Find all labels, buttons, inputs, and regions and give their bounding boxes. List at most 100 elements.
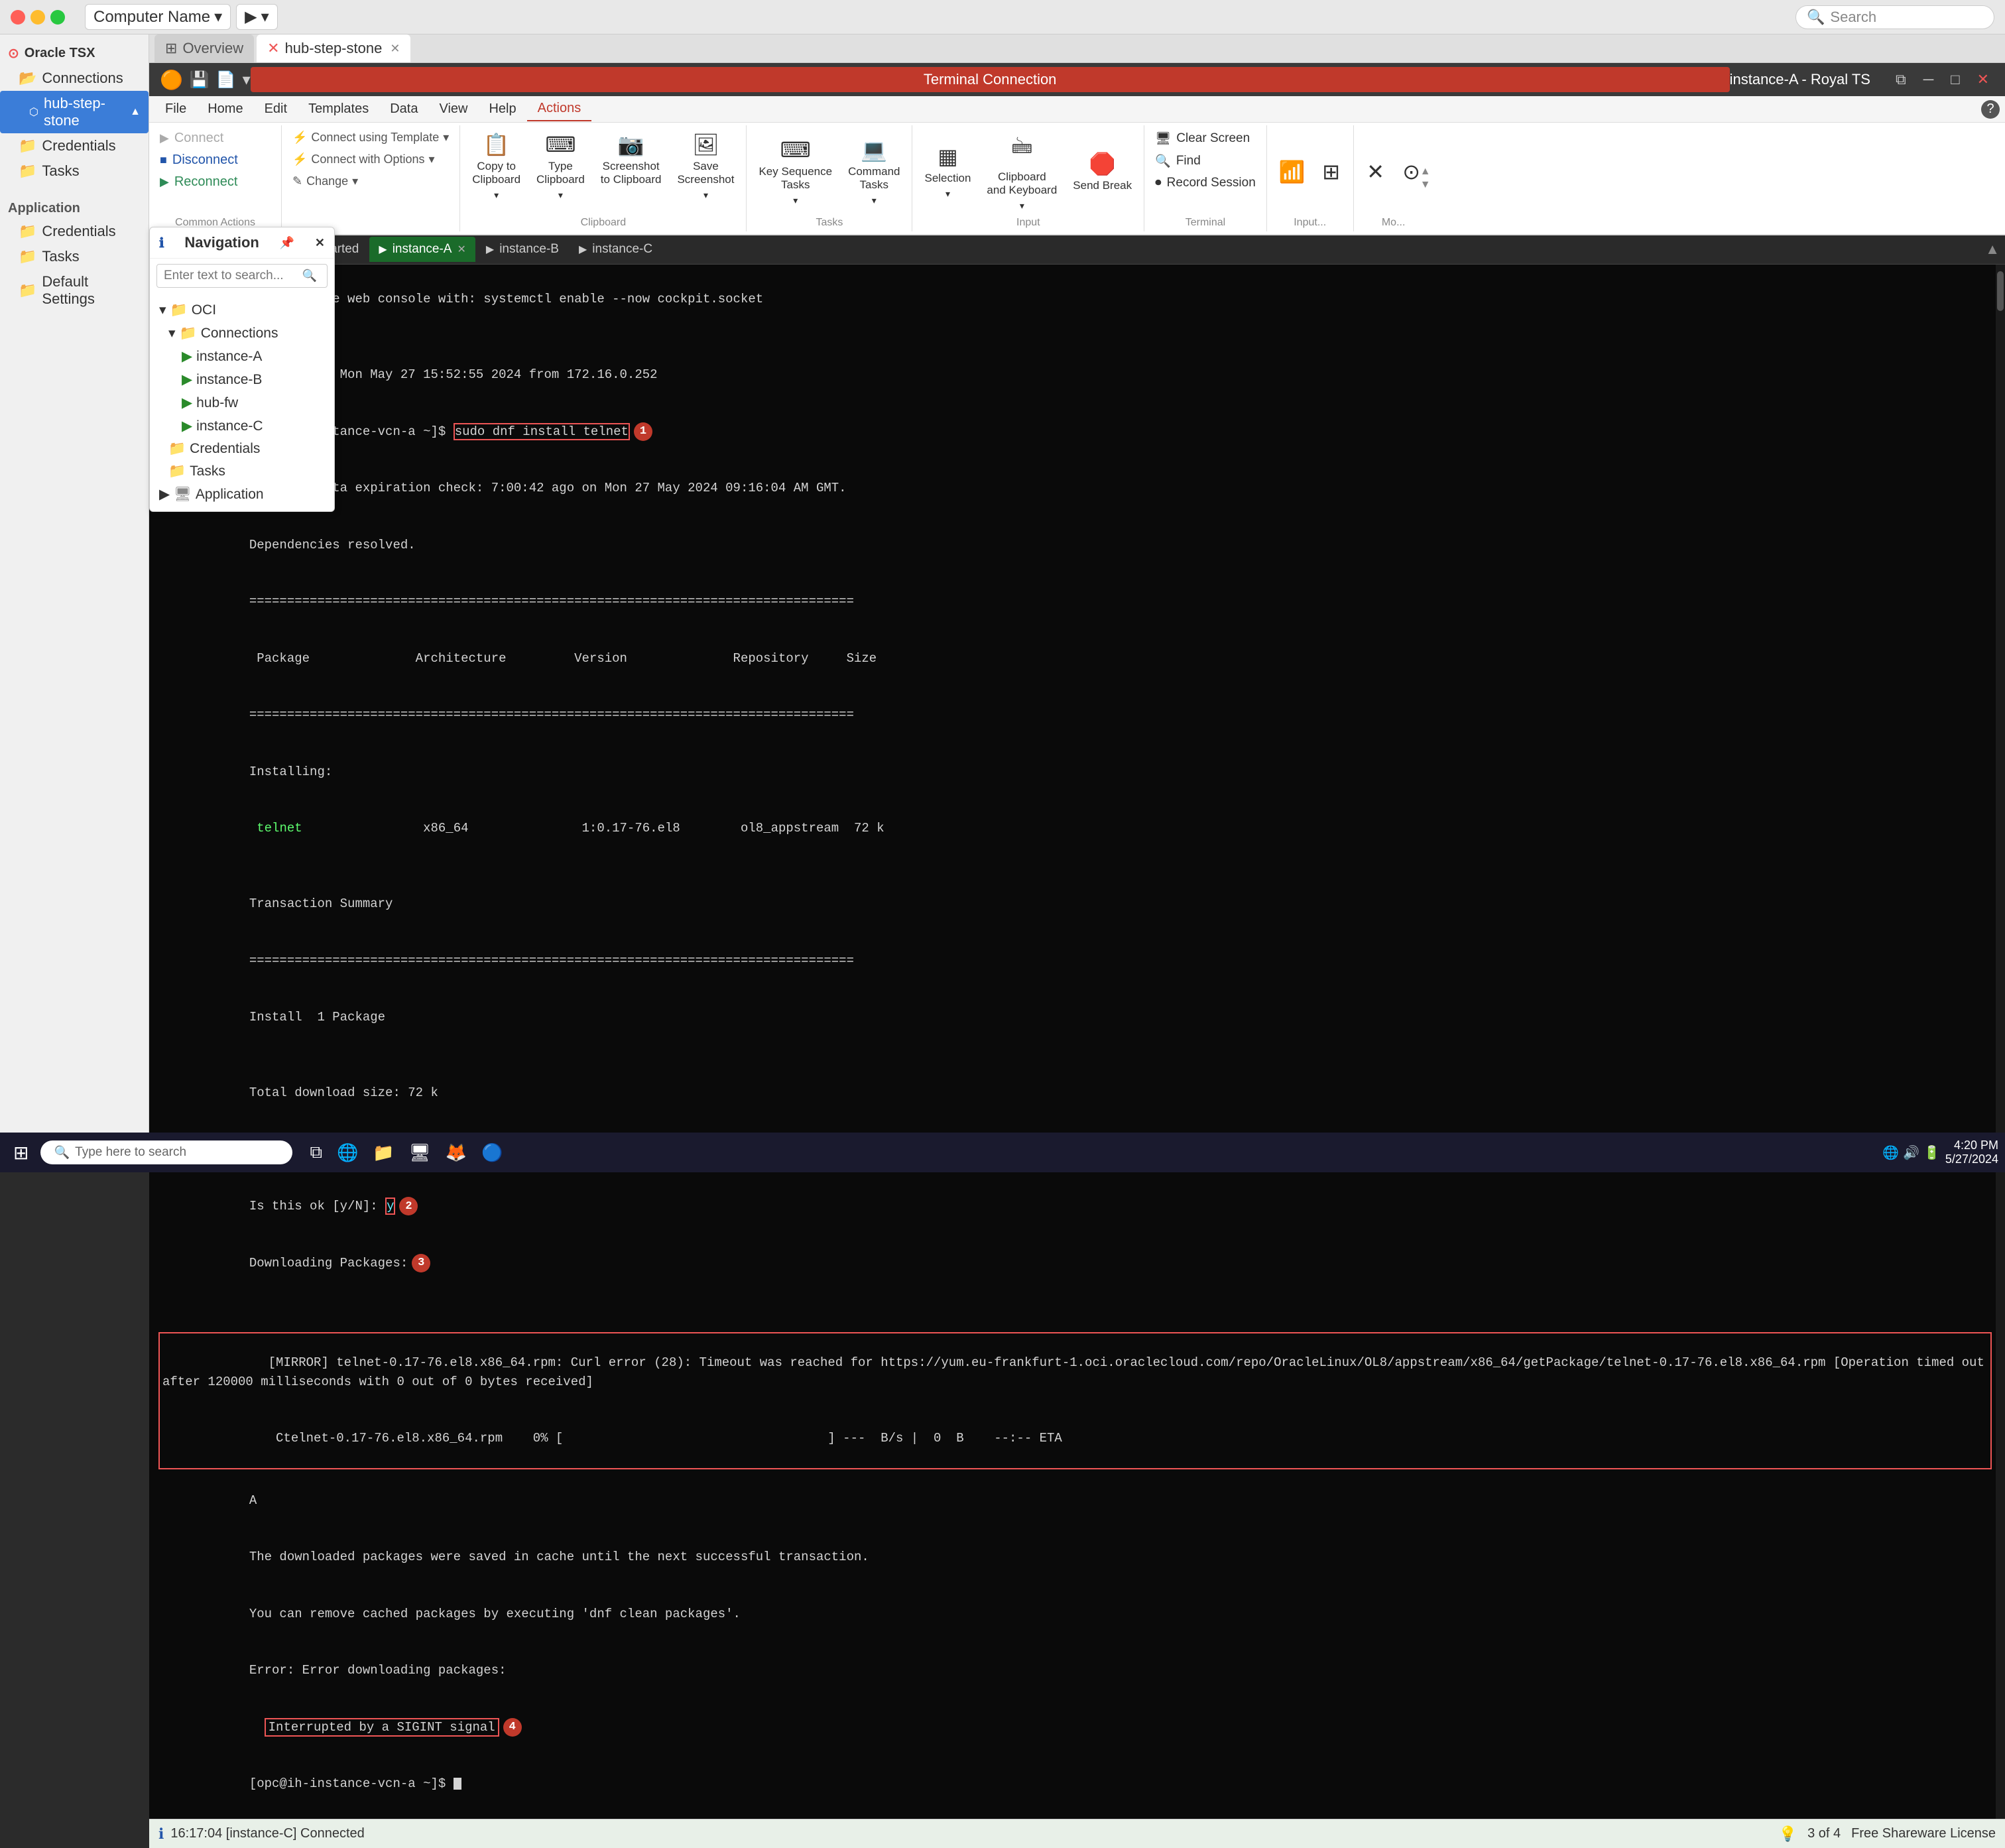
record-session-button[interactable]: ⏺ Record Session [1150,173,1261,193]
sidebar-credentials[interactable]: 📁 Credentials [0,133,149,158]
nav-instance-c[interactable]: ▶ instance-C [150,414,334,438]
menu-data[interactable]: Data [379,97,428,121]
titlebar-search[interactable]: 🔍 Search [1795,5,1994,29]
chevron-icon[interactable]: ▾ [243,70,251,90]
reconnect-button[interactable]: ▶ Reconnect [154,172,276,192]
close-button[interactable] [11,10,25,25]
terminal-taskbar-icon[interactable]: 🖥 [404,1139,436,1167]
menu-edit[interactable]: Edit [254,97,298,121]
taskbar-search-box[interactable]: 🔍 Type here to search [40,1140,292,1164]
nav-oci[interactable]: ▾ 📁 OCI [150,298,334,322]
maximize-button[interactable] [50,10,65,25]
menu-view[interactable]: View [428,97,478,121]
menu-help[interactable]: Help [478,97,526,121]
terminal-window-controls: ⧉ ─ □ ✕ [1890,68,1994,91]
terminal-sigint-a: A [249,1493,257,1508]
battery-icon[interactable]: 🔋 [1923,1144,1940,1161]
play-selector[interactable]: ▶ ▾ [236,4,278,30]
selection-button[interactable]: ▦ Selection ▾ [918,128,977,216]
credentials-icon: 📁 [19,137,36,154]
network-icon[interactable]: 🌐 [1882,1144,1899,1161]
nav-instance-a[interactable]: ▶ instance-A [150,345,334,368]
disconnect-button[interactable]: ■ Disconnect [154,150,276,170]
tab-close-icon[interactable]: ✕ [390,42,400,56]
save-icon[interactable]: 💾 [190,70,210,90]
grid-button[interactable]: ⊞ [1315,128,1348,216]
windows-start-icon[interactable]: ⊞ [7,1139,35,1166]
royal-ts-icon[interactable]: 🔵 [476,1139,508,1167]
tab-hub-step-stone[interactable]: ✕ hub-step-stone ✕ [257,34,410,62]
save-screenshot-button[interactable]: 🖼 SaveScreenshot ▾ [670,128,741,205]
sidebar-oracle-tsx[interactable]: ⊙ Oracle TSX [0,34,149,66]
find-button[interactable]: 🔍 Find [1150,151,1261,172]
taskbar-app-icons: ⧉ 🌐 📁 🖥 🦊 🔵 [304,1138,508,1167]
restore-icon[interactable]: ⧉ [1890,68,1912,91]
help-icon[interactable]: ? [1981,100,2000,119]
key-sequence-button[interactable]: ⌨ Key SequenceTasks ▾ [752,128,839,216]
nav-hub-fw[interactable]: ▶ hub-fw [150,391,334,414]
firefox-icon[interactable]: 🦊 [440,1139,472,1167]
clipboard-keyboard-button[interactable]: 🖮 Clipboardand Keyboard ▾ [980,128,1063,216]
save-screenshot-icon: 🖼 [692,132,719,157]
ribbon-extra-group: 📶 ⊞ Input... [1267,125,1354,231]
send-break-button[interactable]: 🛑 Send Break [1066,128,1138,216]
close-window-icon[interactable]: ✕ [1972,68,1994,91]
command-tasks-button[interactable]: 💻 CommandTasks ▾ [841,128,906,216]
maximize-window-icon[interactable]: □ [1945,68,1965,91]
task-view-icon[interactable]: ⧉ [304,1138,328,1167]
terminal-prompt2: [opc@ih-instance-vcn-a ~]$ [249,1776,461,1791]
terminal-separator1: ========================================… [249,594,854,609]
terminal-scrollbar[interactable] [1996,265,2005,1819]
find-icon: 🔍 [1155,153,1171,169]
sidebar-connections[interactable]: 📂 Connections [0,66,149,91]
sidebar-app-credentials[interactable]: 📁 Credentials [0,219,149,244]
taskbar-time-display[interactable]: 4:20 PM 5/27/2024 [1945,1139,1998,1166]
sidebar: ⊙ Oracle TSX 📂 Connections ⬡ hub-step-st… [0,34,149,1172]
nav-application[interactable]: ▶ 🖥 Application [150,483,334,506]
nav-tasks[interactable]: 📁 Tasks [150,460,334,483]
screenshot-clipboard-button[interactable]: 📷 Screenshotto Clipboard [594,128,668,191]
minimize-button[interactable] [30,10,45,25]
volume-icon[interactable]: 🔊 [1903,1144,1919,1161]
nav-instance-b[interactable]: ▶ instance-B [150,368,334,391]
terminal-interrupted: Interrupted by a SIGINT signal [249,1718,499,1737]
tab-a-close-icon[interactable]: ✕ [457,243,465,256]
menu-actions[interactable]: Actions [527,97,592,121]
scroll-thumb[interactable] [1997,271,2004,311]
terminal-output[interactable]: Activate the web console with: systemctl… [149,265,2005,1819]
nav-connections[interactable]: ▾ 📁 Connections [150,322,334,345]
edge-icon[interactable]: 🌐 [332,1139,363,1167]
signal-button[interactable]: 📶 [1272,128,1312,216]
sidebar-default-settings[interactable]: 📁 Default Settings [0,269,149,312]
nav-instance-c-icon: ▶ [182,418,192,434]
connection-icon: ⬡ [29,105,38,119]
terminal-tab-instance-c[interactable]: ▶ instance-C [570,237,662,262]
more-button1[interactable]: ✕ [1359,128,1392,216]
document-icon[interactable]: 📄 [216,70,236,90]
connect-options-button[interactable]: ⚡ Connect with Options ▾ [287,150,454,169]
menu-templates[interactable]: Templates [298,97,379,121]
tab-connection-icon: ✕ [267,40,279,57]
change-button[interactable]: ✎ Change ▾ [287,172,454,191]
terminal-tab-instance-a[interactable]: ▶ instance-A ✕ [369,237,475,262]
copy-to-clipboard-button[interactable]: 📋 Copy toClipboard ▾ [465,128,527,205]
menu-home[interactable]: Home [197,97,253,121]
nav-close-icon[interactable]: ✕ [315,236,325,250]
more-btns: ✕ ⊙ [1359,128,1428,216]
terminal-tab-instance-b[interactable]: ▶ instance-B [477,237,568,262]
tab-overview[interactable]: ⊞ Overview [154,34,254,62]
reconnect-icon: ▶ [160,175,169,189]
connect-template-button[interactable]: ⚡ Connect using Template ▾ [287,128,454,147]
menu-file[interactable]: File [154,97,197,121]
computer-name-selector[interactable]: Computer Name ▾ [85,4,231,30]
nav-pin-icon[interactable]: 📌 [280,236,294,250]
sidebar-tasks[interactable]: 📁 Tasks [0,158,149,184]
nav-credentials[interactable]: 📁 Credentials [150,438,334,460]
sidebar-app-tasks[interactable]: 📁 Tasks [0,244,149,269]
type-clipboard-button[interactable]: ⌨ TypeClipboard ▾ [530,128,591,205]
sidebar-hub-step-stone[interactable]: ⬡ hub-step-stone ▲ [0,91,149,133]
minimize-window-icon[interactable]: ─ [1918,68,1939,91]
file-explorer-icon[interactable]: 📁 [367,1139,399,1167]
clear-screen-button[interactable]: 🖥 Clear Screen [1150,128,1261,149]
tabs-up-icon[interactable]: ▲ [1985,241,2000,258]
